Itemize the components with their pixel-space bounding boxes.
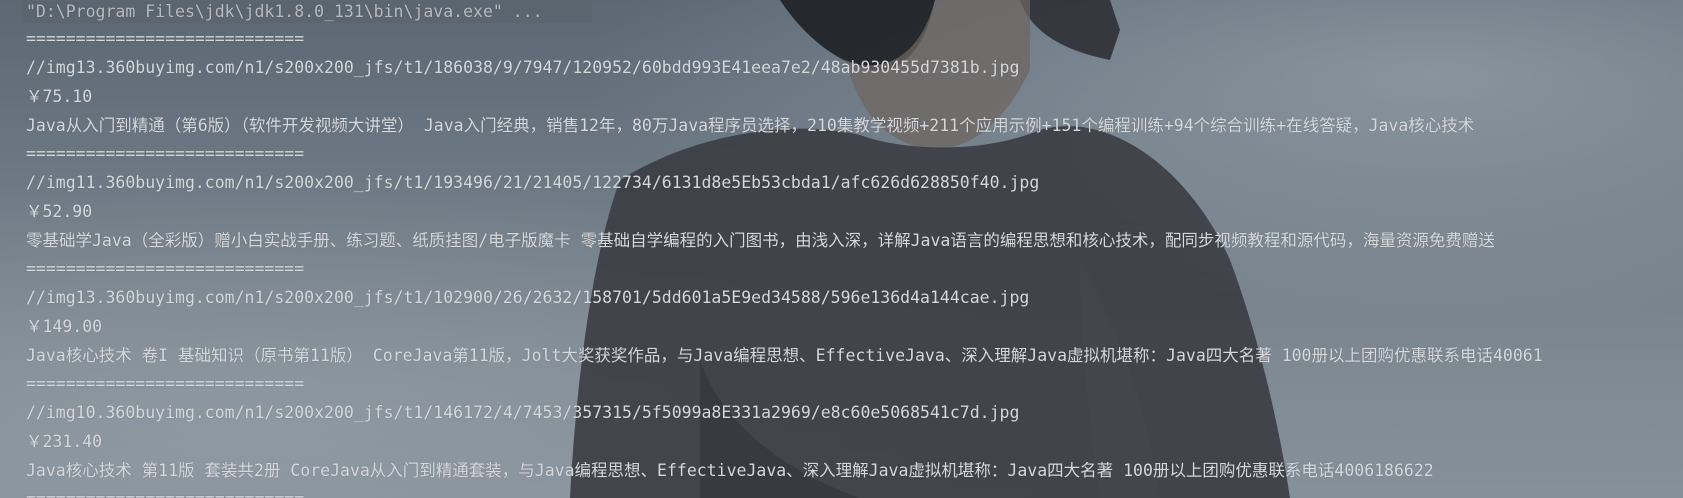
price-line: ￥75.10 bbox=[26, 87, 93, 106]
command-line: "D:\Program Files\jdk\jdk1.8.0_131\bin\j… bbox=[26, 2, 543, 21]
title-line: Java从入门到精通（第6版）（软件开发视频大讲堂） Java入门经典，销售12… bbox=[26, 116, 1475, 135]
separator-line: ============================ bbox=[26, 29, 305, 48]
console-output[interactable]: "D:\Program Files\jdk\jdk1.8.0_131\bin\j… bbox=[0, 0, 1683, 498]
separator-line: ============================ bbox=[26, 487, 304, 498]
separator-line: ============================ bbox=[26, 259, 305, 278]
image-url-line[interactable]: //img13.360buyimg.com/n1/s200x200_jfs/t1… bbox=[26, 286, 1029, 310]
separator-line: ============================ bbox=[26, 374, 305, 393]
price-line: ￥52.90 bbox=[26, 202, 93, 221]
image-url-line[interactable]: //img10.360buyimg.com/n1/s200x200_jfs/t1… bbox=[26, 401, 1019, 425]
image-url-line[interactable]: //img11.360buyimg.com/n1/s200x200_jfs/t1… bbox=[26, 171, 1039, 195]
price-line: ￥149.00 bbox=[26, 317, 103, 336]
separator-line: ============================ bbox=[26, 144, 305, 163]
title-line: 零基础学Java（全彩版）赠小白实战手册、练习题、纸质挂图/电子版魔卡 零基础自… bbox=[26, 231, 1495, 250]
image-url-line[interactable]: //img13.360buyimg.com/n1/s200x200_jfs/t1… bbox=[26, 56, 1019, 80]
title-line: Java核心技术 第11版 套装共2册 CoreJava从入门到精通套装，与Ja… bbox=[26, 461, 1434, 480]
price-line: ￥231.40 bbox=[26, 432, 103, 451]
title-line: Java核心技术 卷I 基础知识（原书第11版） CoreJava第11版，Jo… bbox=[26, 346, 1543, 365]
